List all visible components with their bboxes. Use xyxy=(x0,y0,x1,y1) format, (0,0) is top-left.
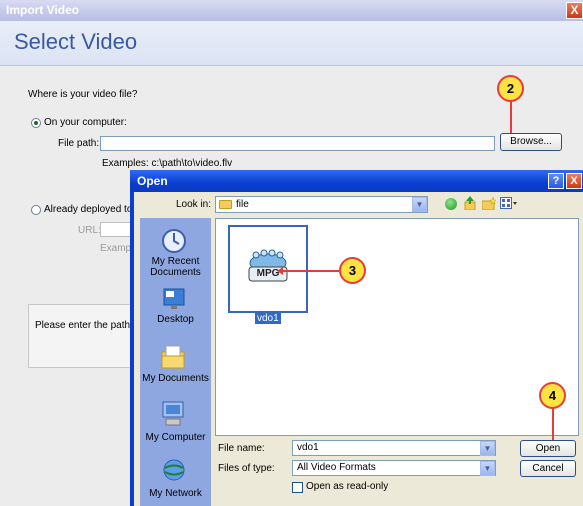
file-name-combo[interactable]: vdo1 ▼ xyxy=(292,440,496,456)
url-label: URL: xyxy=(78,225,101,236)
import-video-titlebar xyxy=(0,0,583,21)
my-computer-icon[interactable] xyxy=(160,400,188,428)
file-path-input[interactable] xyxy=(100,136,495,151)
look-in-value: file xyxy=(236,199,249,210)
up-folder-icon[interactable] xyxy=(464,196,476,211)
callout-4-badge: 4 xyxy=(539,382,566,409)
callout-2-leader xyxy=(510,100,512,133)
url-input[interactable] xyxy=(100,222,134,237)
look-in-dropdown[interactable]: file ▼ xyxy=(215,196,428,213)
hint-panel xyxy=(28,304,140,368)
cancel-button[interactable]: Cancel xyxy=(520,460,576,477)
places-desktop-label[interactable]: Desktop xyxy=(140,314,211,325)
file-item-label: vdo1 xyxy=(255,313,281,324)
files-of-type-combo[interactable]: All Video Formats ▼ xyxy=(292,460,496,476)
file-path-examples: Examples: c:\path\to\video.flv xyxy=(102,158,233,169)
file-name-chevron-icon[interactable]: ▼ xyxy=(480,441,495,456)
places-my-network-label[interactable]: My Network xyxy=(140,488,211,499)
file-item-vdo1[interactable]: MPG xyxy=(228,225,308,313)
open-button[interactable]: Open xyxy=(520,440,576,457)
new-folder-icon[interactable] xyxy=(481,196,497,211)
places-my-documents-label[interactable]: My Documents xyxy=(140,373,211,384)
file-name-value: vdo1 xyxy=(297,442,319,453)
chevron-down-icon[interactable]: ▼ xyxy=(412,197,427,212)
mpg-file-icon: MPG xyxy=(246,245,290,289)
my-documents-icon[interactable] xyxy=(160,344,188,370)
open-dialog-title: Open xyxy=(137,174,168,188)
import-close-button[interactable]: X xyxy=(566,2,583,19)
source-question: Where is your video file? xyxy=(28,89,138,100)
open-close-button[interactable]: X xyxy=(566,173,582,189)
folder-icon xyxy=(219,200,232,209)
already-deployed-radio[interactable] xyxy=(31,205,41,215)
open-dialog-titlebar xyxy=(130,170,583,192)
callout-3-arrowhead xyxy=(277,267,283,275)
back-icon[interactable] xyxy=(445,198,457,210)
read-only-label: Open as read-only xyxy=(306,481,389,492)
views-menu-icon[interactable] xyxy=(500,197,518,210)
my-network-icon[interactable] xyxy=(160,457,188,483)
browse-button[interactable]: Browse... xyxy=(500,133,562,151)
url-examples: Exampl xyxy=(100,243,134,254)
files-of-type-value: All Video Formats xyxy=(297,462,376,473)
desktop-icon[interactable] xyxy=(162,287,186,311)
page-title: Select Video xyxy=(14,29,138,54)
callout-4-leader xyxy=(552,406,554,440)
help-button[interactable]: ? xyxy=(548,173,564,189)
callout-3-badge: 3 xyxy=(339,257,366,284)
files-of-type-label: Files of type: xyxy=(218,463,275,474)
hint-text: Please enter the path o xyxy=(35,320,139,331)
read-only-checkbox[interactable] xyxy=(292,482,303,493)
already-deployed-label: Already deployed to a xyxy=(44,204,141,215)
places-recent-label[interactable]: My Recent Documents xyxy=(140,256,211,278)
places-my-computer-label[interactable]: My Computer xyxy=(140,432,211,443)
callout-2-badge: 2 xyxy=(497,75,524,102)
look-in-label: Look in: xyxy=(176,199,212,210)
files-of-type-chevron-icon[interactable]: ▼ xyxy=(480,461,495,476)
import-video-title: Import Video xyxy=(6,3,80,17)
recent-documents-icon[interactable] xyxy=(161,228,187,254)
on-computer-radio[interactable] xyxy=(31,118,41,128)
callout-3-leader xyxy=(281,270,339,272)
file-name-label: File name: xyxy=(218,443,265,454)
file-path-label: File path: xyxy=(58,138,100,149)
on-computer-label: On your computer: xyxy=(44,117,127,128)
